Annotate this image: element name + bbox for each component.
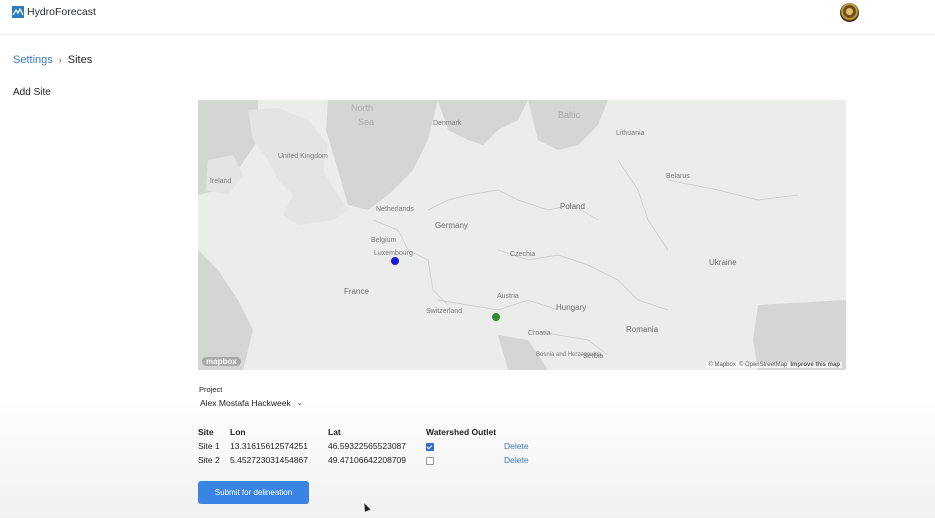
map-label-sea: Sea — [358, 117, 375, 127]
breadcrumb-current: Sites — [67, 54, 93, 66]
column-header-lon: Lon — [230, 427, 246, 437]
map-label-country: United Kingdom — [278, 153, 328, 160]
map-label-country: Ukraine — [709, 258, 737, 267]
project-label: Project — [199, 385, 223, 394]
map-label-country: Romania — [626, 325, 659, 334]
mapbox-logo[interactable]: mapbox — [202, 357, 241, 366]
breadcrumb: Settings › Sites — [13, 54, 92, 66]
map-attribution: © Mapbox © OpenStreetMap Improve this ma… — [706, 362, 842, 368]
column-header-actions — [504, 425, 544, 439]
watershed-outlet-checkbox[interactable] — [426, 456, 434, 465]
user-avatar-icon[interactable] — [840, 3, 859, 22]
delete-button[interactable]: Delete — [504, 441, 529, 451]
column-header-watershed-outlet: Watershed Outlet — [426, 427, 497, 437]
map-label-country: Czechia — [510, 251, 536, 258]
delete-cell: Delete — [504, 453, 544, 467]
lat-cell: 49.47106642208709 — [328, 455, 406, 465]
watershed-outlet-checkbox[interactable] — [426, 442, 434, 451]
project-selected-value: Alex Mostafa Hackweek — [200, 398, 291, 408]
site-name-cell: Site 2 — [198, 455, 220, 465]
app-title: HydroForecast — [27, 6, 96, 18]
mouse-cursor-icon — [361, 502, 371, 512]
breadcrumb-separator-icon: › — [58, 55, 62, 65]
attribution-mapbox-link[interactable]: © Mapbox — [708, 362, 735, 368]
map-label-country: Serbia — [583, 353, 604, 360]
breadcrumb-settings-link[interactable]: Settings — [13, 54, 53, 66]
improve-map-link[interactable]: Improve this map — [790, 362, 840, 368]
site-1-marker[interactable] — [492, 313, 500, 321]
project-select[interactable]: Alex Mostafa Hackweek ⌄ — [200, 398, 303, 408]
site-name-cell: Site 1 — [198, 441, 220, 451]
map-label-country: Poland — [560, 202, 585, 211]
lat-cell: 46.59322565523087 — [328, 441, 406, 451]
map-label-country: Ireland — [210, 178, 232, 185]
lon-cell: 5.452723031454867 — [230, 455, 308, 465]
table-header-row: Site Lon Lat Watershed Outlet — [198, 425, 544, 439]
map-label-country: France — [344, 287, 369, 296]
map-label-sea: Baltic — [558, 110, 581, 120]
map-label-country: Germany — [435, 221, 468, 230]
map-label-country: Austria — [497, 293, 519, 300]
sites-table: Site Lon Lat Watershed Outlet Site 1 13.… — [198, 425, 544, 467]
map-label-country: Lithuania — [616, 130, 645, 137]
table-row: Site 2 5.452723031454867 49.471066422087… — [198, 453, 544, 467]
chevron-down-icon: ⌄ — [296, 400, 303, 407]
lon-cell: 13.31615612574251 — [230, 441, 308, 451]
map-basemap — [198, 100, 846, 370]
map-label-country: Denmark — [433, 120, 462, 127]
map-label-country: Croatia — [528, 330, 551, 337]
watershed-outlet-cell — [426, 453, 504, 467]
delete-cell: Delete — [504, 439, 544, 453]
map-label-country: Switzerland — [426, 308, 463, 315]
column-header-lat: Lat — [328, 427, 341, 437]
map-label-country: Belgium — [371, 237, 397, 244]
map-label-sea: North — [351, 103, 374, 113]
map-label-country: Netherlands — [376, 206, 414, 213]
map-label-country: Hungary — [556, 303, 587, 312]
watershed-outlet-cell — [426, 439, 504, 453]
site-2-marker[interactable] — [391, 257, 399, 265]
delete-button[interactable]: Delete — [504, 455, 529, 465]
page-section-title: Add Site — [13, 87, 51, 98]
map-label-country: Belarus — [666, 173, 690, 180]
submit-for-delineation-button[interactable]: Submit for delineation — [198, 481, 309, 504]
attribution-osm-link[interactable]: © OpenStreetMap — [739, 362, 787, 368]
map-label-country: Luxembourg — [374, 250, 413, 257]
column-header-site: Site — [198, 427, 214, 437]
top-navbar: HydroForecast — [0, 0, 935, 35]
hydroforecast-logo-icon — [12, 6, 24, 18]
app-logo[interactable]: HydroForecast — [12, 6, 96, 18]
table-row: Site 1 13.31615612574251 46.593225655230… — [198, 439, 544, 453]
site-map[interactable]: North Sea Baltic Ireland United Kingdom … — [198, 100, 846, 370]
